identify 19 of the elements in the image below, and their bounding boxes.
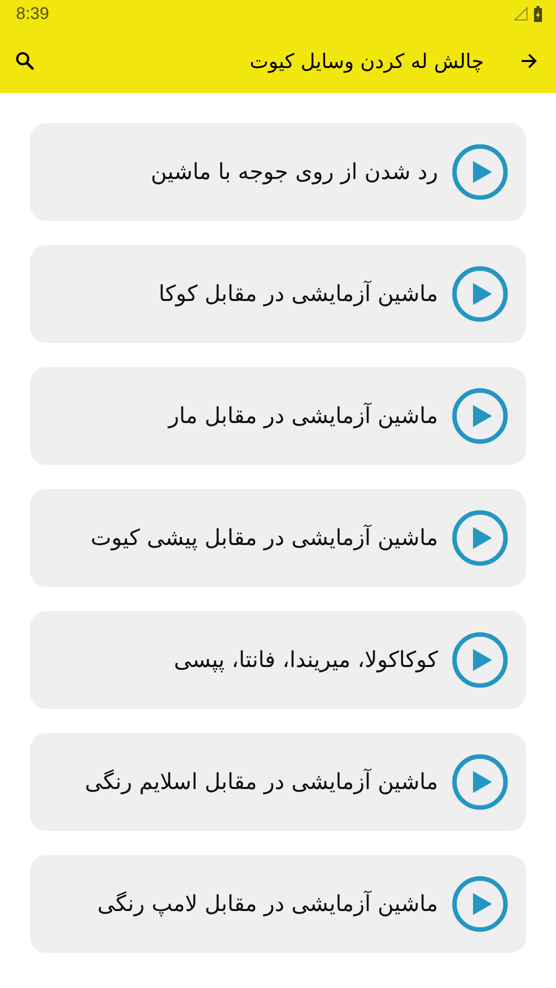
video-item[interactable]: کوکاکولا، میریندا، فانتا، پپسی <box>30 611 526 709</box>
play-icon <box>452 632 508 688</box>
video-item[interactable]: ماشین آزمایشی در مقابل کوکا <box>30 245 526 343</box>
signal-icon <box>514 7 528 21</box>
play-icon <box>452 144 508 200</box>
play-icon <box>452 754 508 810</box>
battery-icon <box>534 6 542 22</box>
video-item[interactable]: ماشین آزمایشی در مقابل مار <box>30 367 526 465</box>
video-item[interactable]: ماشین آزمایشی در مقابل اسلایم رنگی <box>30 733 526 831</box>
video-item[interactable]: ماشین آزمایشی در مقابل پیشی کیوت <box>30 489 526 587</box>
app-title: چالش له کردن وسایل کیوت <box>248 48 485 72</box>
play-icon <box>452 388 508 444</box>
video-item[interactable]: رد شدن از روی جوجه با ماشین <box>30 123 526 221</box>
play-icon <box>452 876 508 932</box>
play-icon <box>452 266 508 322</box>
search-icon <box>14 50 36 72</box>
status-time: 8:39 <box>16 4 50 24</box>
play-icon <box>452 510 508 566</box>
video-item[interactable]: ماشین آزمایشی در مقابل لامپ رنگی <box>30 855 526 953</box>
